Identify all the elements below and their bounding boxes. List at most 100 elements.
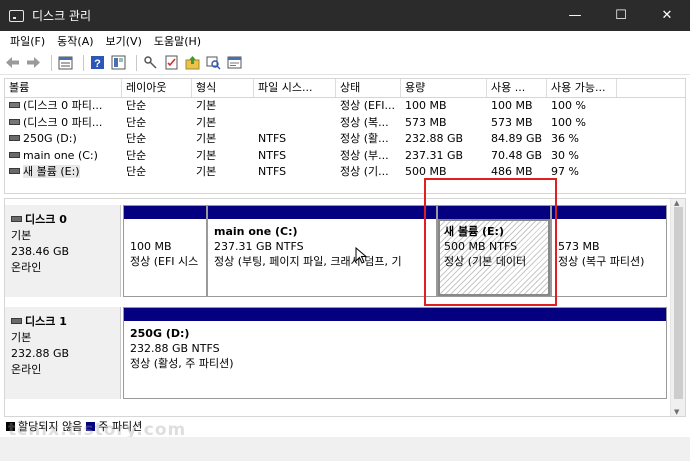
scrollbar-thumb[interactable]	[674, 207, 683, 399]
menu-view[interactable]: 보기(V)	[100, 33, 148, 49]
svg-text:?: ?	[94, 58, 101, 70]
table-row[interactable]: (디스크 0 파티... 단순 기본 정상 (복... 573 MB 573 M…	[5, 115, 685, 132]
column-header-volume[interactable]: 볼륨	[5, 79, 122, 97]
volume-filesystem: NTFS	[258, 132, 287, 145]
disk-0-label[interactable]: 디스크 0 기본 238.46 GB 온라인	[5, 205, 121, 297]
drive-icon	[9, 102, 20, 108]
disk-management-icon	[8, 9, 26, 23]
toolbar-separator	[51, 54, 52, 71]
volume-status: 정상 (기...	[340, 165, 389, 178]
drive-icon	[9, 118, 20, 125]
partition-title: 250G (D:)	[130, 327, 190, 340]
partition-size: 100 MB	[130, 240, 172, 253]
scroll-up-icon[interactable]: ▲	[674, 199, 679, 207]
partition-size: 232.88 GB NTFS	[130, 342, 220, 355]
disk-name: 디스크 0	[25, 213, 67, 226]
partition-status: 정상 (EFI 시스	[130, 255, 199, 268]
table-row[interactable]: 새 볼륨 (E:) 단순 기본 NTFS 정상 (기... 500 MB 486…	[5, 164, 685, 181]
menu-help[interactable]: 도움말(H)	[148, 33, 207, 49]
disk-0-row: 디스크 0 기본 238.46 GB 온라인 100 MB 정상 (EFI 시스…	[5, 205, 669, 297]
volume-type: 기본	[196, 132, 217, 145]
column-header-type[interactable]: 형식	[192, 79, 254, 97]
volume-name: main one (C:)	[23, 148, 98, 162]
disk-graphical-view: 디스크 0 기본 238.46 GB 온라인 100 MB 정상 (EFI 시스…	[4, 198, 686, 417]
menu-file[interactable]: 파일(F)	[4, 33, 51, 49]
title-bar: 디스크 관리 — ☐ ✕	[0, 0, 690, 31]
column-header-capacity[interactable]: 용량	[401, 79, 487, 97]
disk-kind: 기본	[11, 331, 32, 344]
help-icon[interactable]: ?	[89, 54, 106, 71]
partition-recovery[interactable]: 573 MB 정상 (복구 파티션)	[551, 205, 667, 297]
properties-icon[interactable]	[57, 54, 74, 71]
partition-efi[interactable]: 100 MB 정상 (EFI 시스	[123, 205, 207, 297]
column-header-layout[interactable]: 레이아웃	[122, 79, 192, 97]
volume-type: 기본	[196, 115, 217, 129]
volume-filesystem: NTFS	[258, 165, 287, 178]
volume-filesystem: NTFS	[258, 148, 287, 162]
mouse-cursor-icon	[355, 247, 368, 264]
partition-size: 573 MB	[558, 240, 600, 253]
partition-size: 237.31 GB NTFS	[214, 240, 304, 253]
drive-icon	[9, 151, 20, 158]
disk-state: 온라인	[11, 363, 42, 376]
menu-bar: 파일(F) 동작(A) 보기(V) 도움말(H)	[0, 31, 690, 51]
minimize-button[interactable]: —	[552, 0, 598, 31]
disk-name: 디스크 1	[25, 315, 67, 328]
volume-capacity: 100 MB	[405, 99, 447, 112]
partition-main-one-c[interactable]: main one (C:) 237.31 GB NTFS 정상 (부팅, 페이지…	[207, 205, 437, 297]
volume-type: 기본	[196, 148, 217, 162]
column-header-filesystem[interactable]: 파일 시스...	[254, 79, 336, 97]
volume-filesystem	[254, 98, 336, 115]
vertical-scrollbar[interactable]: ▲ ▼	[670, 199, 685, 416]
table-row[interactable]: 250G (D:) 단순 기본 NTFS 정상 (활... 232.88 GB …	[5, 131, 685, 148]
partition-status: 정상 (활성, 주 파티션)	[130, 357, 234, 370]
status-bar	[0, 437, 690, 461]
back-arrow-icon[interactable]	[4, 54, 21, 71]
volume-percent-free: 36 %	[551, 132, 579, 145]
scroll-down-icon[interactable]: ▼	[674, 408, 679, 416]
view-icon[interactable]	[110, 54, 127, 71]
disk-icon	[11, 216, 22, 222]
column-header-status[interactable]: 상태	[336, 79, 401, 97]
volume-list-header: 볼륨 레이아웃 형식 파일 시스... 상태 용량 사용 ... 사용 가능..…	[5, 79, 685, 98]
disk-1-label[interactable]: 디스크 1 기본 232.88 GB 온라인	[5, 307, 121, 399]
volume-name: 새 볼륨 (E:)	[23, 165, 80, 178]
window-title: 디스크 관리	[32, 9, 92, 23]
forward-arrow-icon[interactable]	[25, 54, 42, 71]
toolbar-separator	[136, 54, 137, 71]
volume-capacity: 232.88 GB	[405, 132, 464, 145]
volume-free-space: 100 MB	[491, 99, 533, 112]
close-button[interactable]: ✕	[644, 0, 690, 31]
folder-up-icon[interactable]	[184, 54, 201, 71]
table-row[interactable]: main one (C:) 단순 기본 NTFS 정상 (부... 237.31…	[5, 148, 685, 165]
volume-filesystem	[254, 115, 336, 132]
console-icon[interactable]	[226, 54, 243, 71]
volume-status: 정상 (복...	[340, 115, 389, 129]
volume-name: (디스크 0 파티...	[23, 115, 103, 129]
drive-icon	[9, 135, 20, 141]
table-row[interactable]: (디스크 0 파티... 단순 기본 정상 (EFI... 100 MB 100…	[5, 98, 685, 115]
volume-layout: 단순	[126, 165, 147, 178]
disk-size: 232.88 GB	[11, 347, 70, 360]
key-icon[interactable]	[142, 54, 159, 71]
volume-name: 250G (D:)	[23, 132, 77, 145]
volume-layout: 단순	[126, 132, 147, 145]
search-icon[interactable]	[205, 54, 222, 71]
partition-250g-d[interactable]: 250G (D:) 232.88 GB NTFS 정상 (활성, 주 파티션)	[123, 307, 667, 399]
column-header-percent-free[interactable]: 사용 가능...	[547, 79, 617, 97]
partition-status: 정상 (복구 파티션)	[558, 255, 645, 268]
toolbar: ?	[0, 51, 690, 75]
volume-percent-free: 100 %	[551, 99, 586, 112]
menu-action[interactable]: 동작(A)	[51, 33, 99, 49]
volume-status: 정상 (EFI...	[340, 99, 396, 112]
maximize-button[interactable]: ☐	[598, 0, 644, 31]
volume-type: 기본	[196, 99, 217, 112]
volume-layout: 단순	[126, 148, 147, 162]
checklist-icon[interactable]	[163, 54, 180, 71]
volume-capacity: 237.31 GB	[405, 148, 464, 162]
column-header-free-space[interactable]: 사용 ...	[487, 79, 547, 97]
volume-layout: 단순	[126, 99, 147, 112]
volume-status: 정상 (부...	[340, 148, 389, 162]
drive-icon	[9, 168, 20, 174]
volume-free-space: 84.89 GB	[491, 132, 543, 145]
